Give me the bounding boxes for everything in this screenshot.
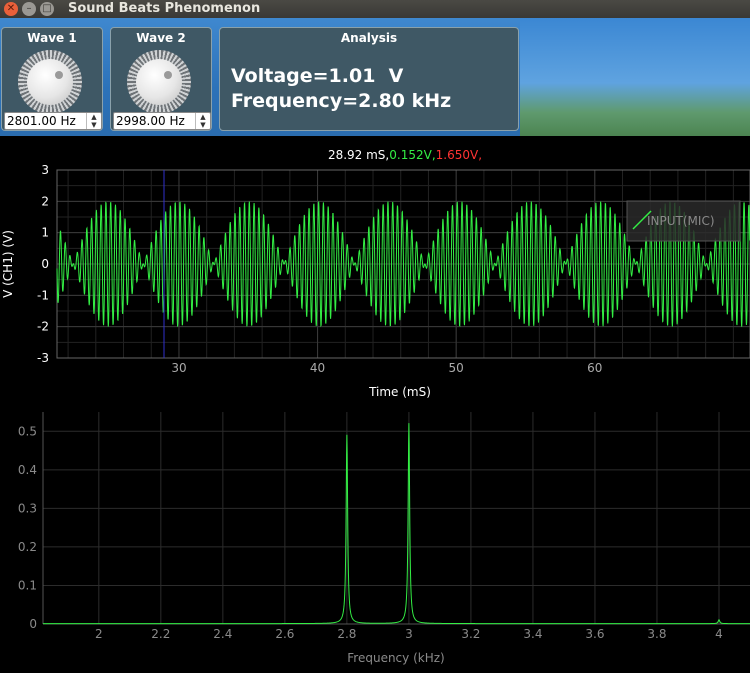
x-tick-label: 3.2 <box>461 627 480 641</box>
y-tick-label: -1 <box>37 288 49 302</box>
analysis-label: Analysis <box>340 31 398 45</box>
spin-down-icon[interactable]: ▼ <box>91 121 96 129</box>
x-tick-label: 60 <box>587 361 602 375</box>
close-window-button[interactable]: ✕ <box>4 2 18 16</box>
spin-arrows[interactable]: ▲ ▼ <box>86 113 101 129</box>
spectrum-trace <box>43 423 750 625</box>
voltage-readout: Voltage=1.01 V <box>231 65 404 87</box>
x-tick-label: 30 <box>171 361 186 375</box>
wave2-frequency-spinbox[interactable]: 2998.00 Hz ▲ ▼ <box>113 112 211 130</box>
frequency-readout: Frequency=2.80 kHz <box>231 90 452 112</box>
x-tick-label: 3.4 <box>523 627 542 641</box>
x-tick-label: 3.6 <box>585 627 604 641</box>
x-axis-label: Time (mS) <box>368 385 431 399</box>
x-tick-label: 2.2 <box>151 627 170 641</box>
background-wallpaper <box>520 18 750 136</box>
wave1-label: Wave 1 <box>27 31 77 45</box>
x-tick-label: 3.8 <box>647 627 666 641</box>
wave2-knob[interactable] <box>127 50 191 114</box>
knob-cap <box>27 59 73 105</box>
maximize-window-button[interactable]: □ <box>40 2 54 16</box>
wave2-frequency-value: 2998.00 Hz <box>116 114 185 128</box>
readout-time: 28.92 mS, <box>328 148 389 162</box>
x-tick-label: 50 <box>449 361 464 375</box>
spin-arrows[interactable]: ▲ ▼ <box>195 113 210 129</box>
wave2-panel: Wave 2 2998.00 Hz ▲ ▼ <box>110 27 212 131</box>
wave1-knob[interactable] <box>18 50 82 114</box>
y-tick-label: 0.1 <box>18 578 37 592</box>
y-tick-label: 0.2 <box>18 540 37 554</box>
readout-ch1: 0.152V, <box>389 148 435 162</box>
x-tick-label: 2.4 <box>213 627 232 641</box>
x-tick-label: 2.6 <box>275 627 294 641</box>
window-title: Sound Beats Phenomenon <box>68 1 261 16</box>
spectrum-svg[interactable]: 2 2.2 2.4 2.6 2.8 3 3.2 3.4 3.6 3.8 4 0 0.1 0.2 0.3 0.4… <box>0 404 750 669</box>
cursor-readout: 28.92 mS,0.152V,1.650V, <box>328 148 482 162</box>
x-axis-label: Frequency (kHz) <box>347 651 444 665</box>
knob-indicator <box>164 71 172 79</box>
oscilloscope-plot[interactable]: 28.92 mS,0.152V,1.650V, V (CH1) (V) Time… <box>0 138 750 402</box>
wave2-label: Wave 2 <box>136 31 186 45</box>
x-tick-label: 2.8 <box>337 627 356 641</box>
y-tick-label: -2 <box>37 320 49 334</box>
spin-up-icon[interactable]: ▲ <box>91 113 96 121</box>
y-tick-label: 0.4 <box>18 463 37 477</box>
y-tick-label: 0.5 <box>18 424 37 438</box>
spectrum-plot[interactable]: 2 2.2 2.4 2.6 2.8 3 3.2 3.4 3.6 3.8 4 0 0.1 0.2 0.3 0.4… <box>0 404 750 669</box>
spin-up-icon[interactable]: ▲ <box>200 113 205 121</box>
y-tick-label: 0.3 <box>18 501 37 515</box>
y-tick-label: -3 <box>37 351 49 365</box>
wave1-panel: Wave 1 2801.00 Hz ▲ ▼ <box>1 27 103 131</box>
knob-indicator <box>55 71 63 79</box>
y-tick-label: 3 <box>41 163 49 177</box>
x-tick-label: 40 <box>310 361 325 375</box>
window-titlebar: ✕ – □ Sound Beats Phenomenon <box>0 0 750 18</box>
y-tick-label: 0 <box>41 257 49 271</box>
y-axis-label: V (CH1) (V) <box>1 230 15 298</box>
readout-ch2: 1.650V, <box>436 148 482 162</box>
wave1-frequency-spinbox[interactable]: 2801.00 Hz ▲ ▼ <box>4 112 102 130</box>
legend-label: INPUT(MIC) <box>647 214 715 228</box>
y-tick-label: 2 <box>41 194 49 208</box>
oscilloscope-svg[interactable]: 28.92 mS,0.152V,1.650V, V (CH1) (V) Time… <box>0 138 750 402</box>
y-tick-label: 0 <box>29 617 37 631</box>
x-tick-label: 2 <box>95 627 103 641</box>
y-tick-label: 1 <box>41 226 49 240</box>
x-tick-label: 4 <box>715 627 723 641</box>
analysis-panel: Analysis Voltage=1.01 V Frequency=2.80 k… <box>219 27 519 131</box>
knob-cap <box>136 59 182 105</box>
minimize-window-button[interactable]: – <box>22 2 36 16</box>
x-tick-label: 3 <box>405 627 413 641</box>
wave1-frequency-value: 2801.00 Hz <box>7 114 76 128</box>
spin-down-icon[interactable]: ▼ <box>200 121 205 129</box>
